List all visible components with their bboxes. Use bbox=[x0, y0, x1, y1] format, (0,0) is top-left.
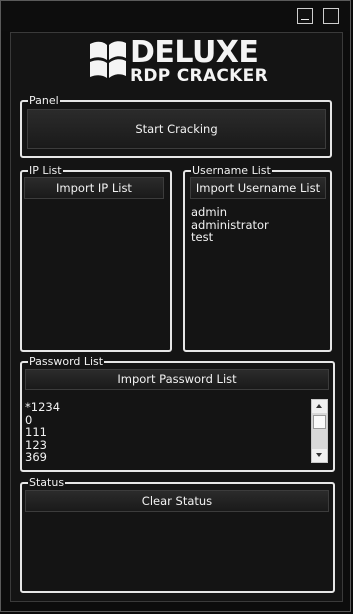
close-button[interactable] bbox=[323, 8, 339, 24]
import-password-list-button[interactable]: Import Password List bbox=[25, 369, 329, 390]
start-cracking-button[interactable]: Start Cracking bbox=[27, 109, 326, 149]
scroll-up-button[interactable] bbox=[312, 400, 327, 413]
arrow-down-icon bbox=[316, 453, 322, 457]
list-item[interactable]: test bbox=[191, 231, 213, 244]
logo-title: DELUXE bbox=[130, 35, 259, 70]
list-item[interactable]: 369 bbox=[25, 451, 47, 464]
username-list-box[interactable]: admin administrator test bbox=[188, 203, 328, 347]
scroll-down-button[interactable] bbox=[312, 449, 327, 462]
status-legend: Status bbox=[29, 476, 65, 489]
ip-list-legend: IP List bbox=[29, 164, 62, 177]
logo-subtitle: RDP CRACKER bbox=[130, 66, 268, 86]
panel-legend: Panel bbox=[29, 94, 59, 107]
arrow-up-icon bbox=[316, 404, 322, 408]
list-item[interactable]: *1234 bbox=[25, 401, 60, 414]
import-ip-list-button[interactable]: Import IP List bbox=[24, 177, 164, 199]
minimize-button[interactable] bbox=[297, 8, 313, 24]
username-list-legend: Username List bbox=[192, 164, 271, 177]
scroll-thumb[interactable] bbox=[313, 415, 326, 429]
minimize-icon bbox=[301, 19, 309, 20]
clear-status-button[interactable]: Clear Status bbox=[25, 490, 329, 512]
status-log bbox=[24, 516, 330, 588]
password-list-box[interactable]: *1234 0 111 123 369 bbox=[24, 397, 309, 467]
password-list-legend: Password List bbox=[29, 355, 104, 368]
password-list-scrollbar[interactable] bbox=[311, 399, 328, 463]
list-item[interactable]: admin bbox=[191, 206, 227, 219]
import-username-list-button[interactable]: Import Username List bbox=[190, 177, 326, 199]
windows-flag-icon bbox=[90, 41, 126, 78]
list-item[interactable]: 111 bbox=[25, 426, 47, 439]
app-logo: DELUXE RDP CRACKER bbox=[88, 38, 298, 88]
ip-list-box[interactable] bbox=[24, 203, 168, 347]
